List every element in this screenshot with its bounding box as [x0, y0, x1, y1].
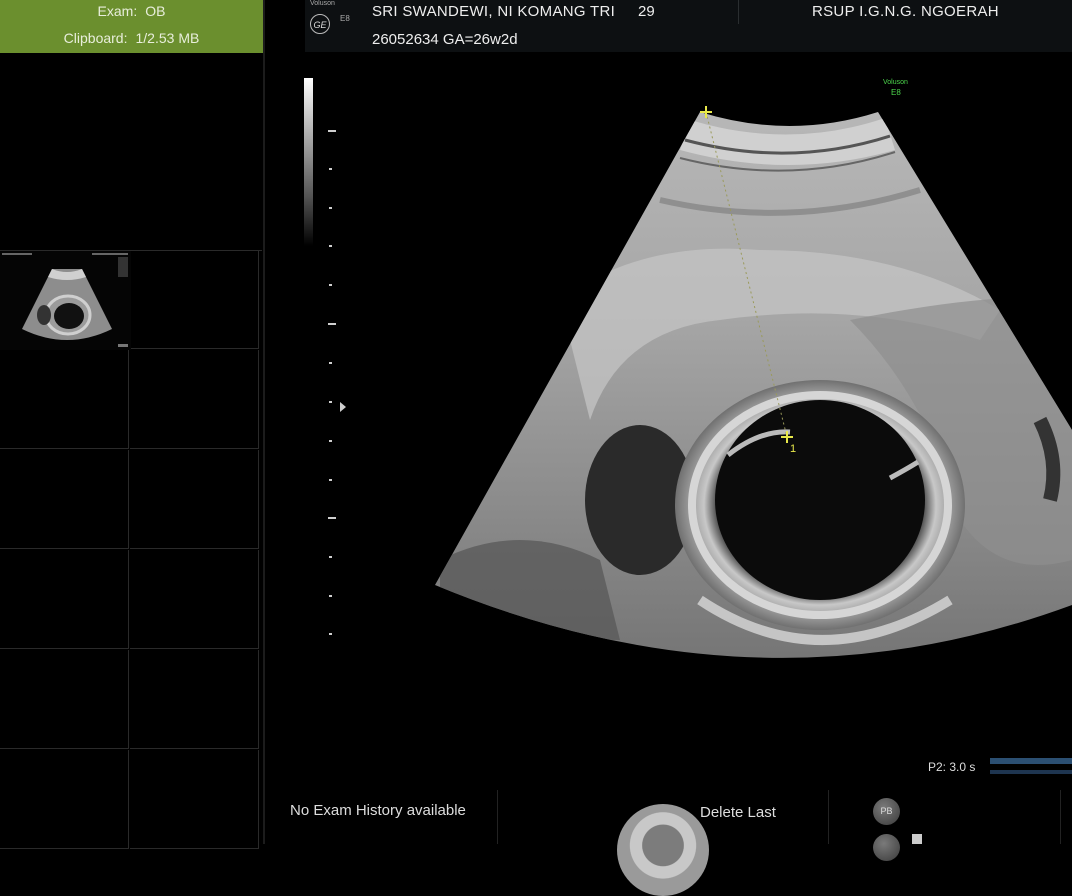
caliper-number: 1 [790, 443, 797, 455]
exam-history-status: No Exam History available [290, 802, 466, 819]
ultrasound-image[interactable] [0, 0, 1072, 844]
probe-brand-label: Voluson [883, 79, 908, 86]
delete-last-button[interactable]: Delete Last [700, 804, 776, 821]
bottom-divider [828, 790, 829, 844]
bottom-divider [1060, 790, 1061, 844]
document-icon[interactable] [912, 834, 922, 844]
cine-bar[interactable] [990, 758, 1072, 764]
bottom-divider [497, 790, 498, 844]
pb-button[interactable]: PB [873, 798, 900, 825]
probe-model-label: E8 [891, 88, 901, 97]
round-button[interactable] [873, 834, 900, 861]
trackball-dial[interactable] [617, 804, 709, 896]
cine-duration: P2: 3.0 s [928, 760, 976, 774]
cine-bar-track [990, 770, 1072, 774]
